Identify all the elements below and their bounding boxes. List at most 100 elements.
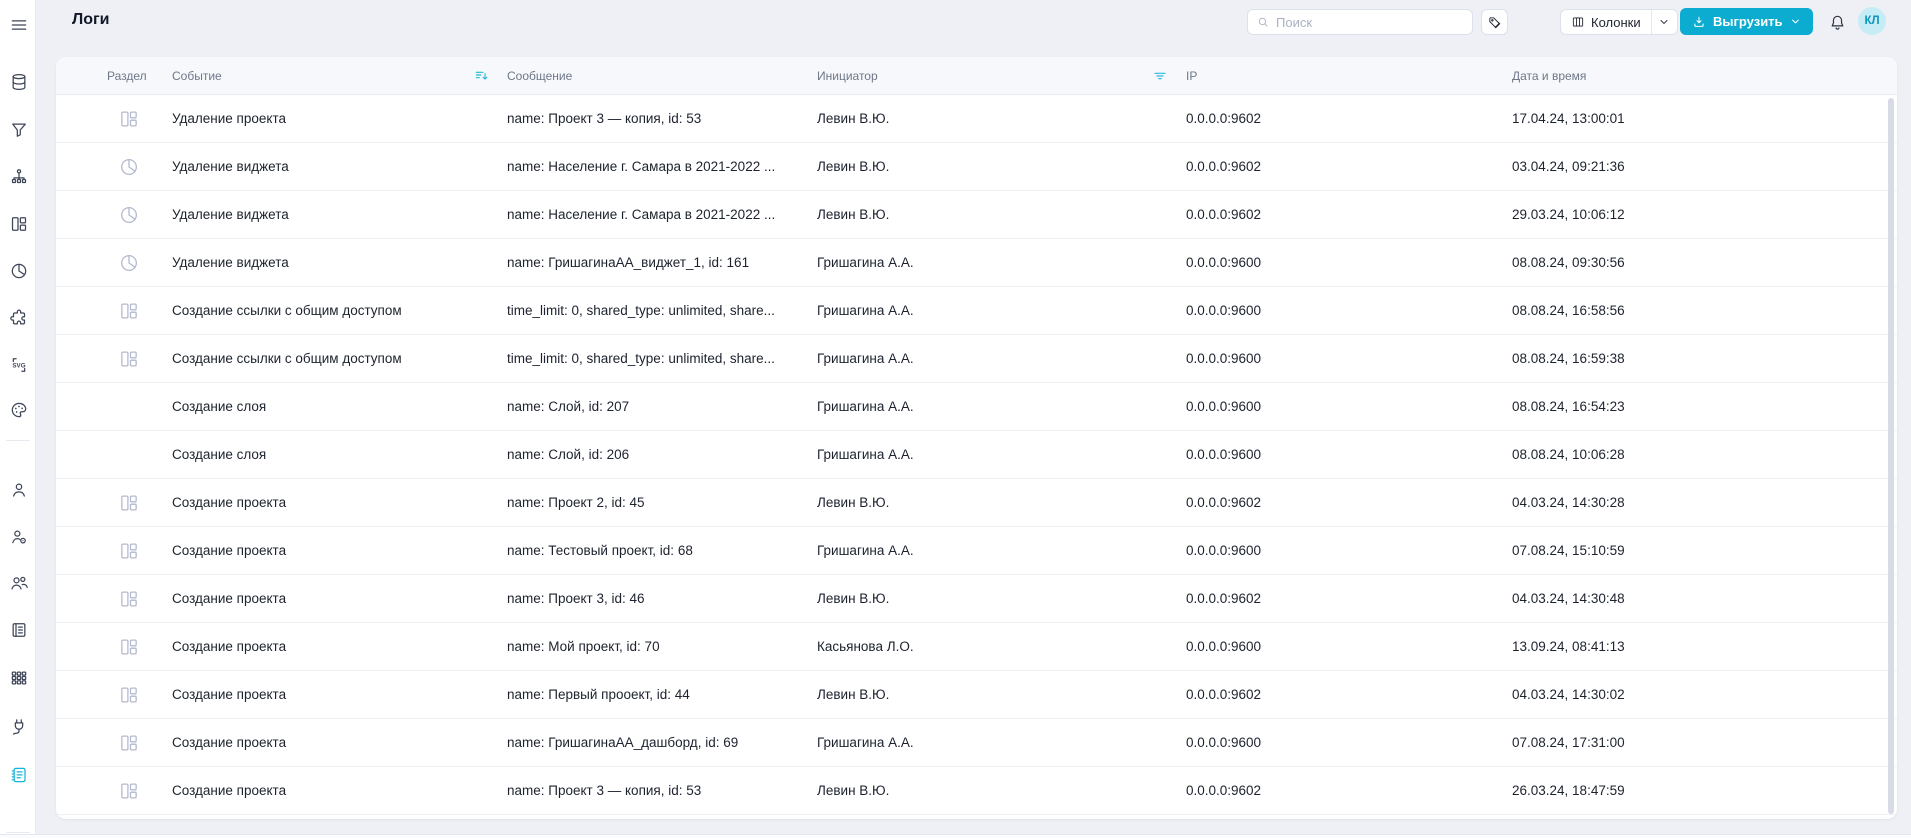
page-title: Логи — [72, 11, 110, 28]
table-row[interactable]: Создание проекта name: Проект 3 — копия, … — [56, 767, 1897, 815]
sidebar-item-menu[interactable] — [7, 13, 31, 37]
sidebar-item-svg-assets[interactable]: SVG — [7, 353, 31, 377]
sidebar-item-apps[interactable] — [7, 666, 31, 690]
funnel-icon — [12, 123, 26, 137]
cell-message: name: ГришагинаАА_виджет_1, id: 161 — [507, 255, 750, 270]
sidebar-item-user-settings[interactable] — [7, 525, 31, 549]
cell-initiator: Гришагина А.А. — [817, 399, 914, 414]
cell-event: Создание слоя — [172, 399, 267, 414]
sidebar-item-journal[interactable] — [7, 618, 31, 642]
bell-icon — [1831, 15, 1843, 30]
pie-chart-icon — [121, 159, 137, 175]
column-header-section[interactable]: Раздел — [107, 57, 147, 95]
cell-ip: 0.0.0.0:9602 — [1186, 207, 1262, 222]
sidebar-item-groups[interactable] — [7, 571, 31, 595]
column-header-ip[interactable]: IP — [1186, 57, 1197, 95]
cell-ip: 0.0.0.0:9602 — [1186, 783, 1262, 798]
cell-ip: 0.0.0.0:9600 — [1186, 351, 1262, 366]
cell-ip: 0.0.0.0:9600 — [1186, 447, 1262, 462]
search-input[interactable] — [1270, 14, 1472, 30]
column-header-datetime[interactable]: Дата и время — [1512, 57, 1586, 95]
table-row[interactable]: Удаление виджета name: Население г. Самар… — [56, 143, 1897, 191]
logs-table: Раздел Событие Сообщение Инициатор IP Дата и … — [56, 57, 1897, 819]
table-row[interactable]: Создание проекта name: Тестовый проект, i… — [56, 527, 1897, 575]
sitemap-icon — [11, 169, 27, 184]
dashboard-icon — [121, 687, 137, 703]
sidebar-item-charts[interactable] — [7, 259, 31, 283]
section-cell — [118, 540, 140, 562]
column-header-event[interactable]: Событие — [172, 57, 222, 95]
search-box[interactable] — [1247, 9, 1473, 35]
chevron-down-icon — [1791, 19, 1799, 24]
export-button[interactable]: Выгрузить — [1680, 8, 1813, 35]
cell-message: name: Слой, id: 206 — [507, 447, 630, 462]
cell-message: name: Проект 3, id: 46 — [507, 591, 645, 606]
sidebar-item-dashboards[interactable] — [7, 212, 31, 236]
cell-datetime: 08.08.24, 09:30:56 — [1512, 255, 1625, 270]
sidebar-item-user[interactable] — [7, 478, 31, 502]
vertical-scrollbar[interactable] — [1888, 98, 1894, 814]
table-row[interactable]: Создание проекта name: ГришагинаАА_дашбор… — [56, 719, 1897, 767]
cell-initiator: Левин В.Ю. — [817, 495, 890, 510]
cell-event: Создание проекта — [172, 495, 287, 510]
sidebar-item-palette[interactable] — [7, 398, 31, 422]
cell-message: time_limit: 0, shared_type: unlimited, s… — [507, 303, 775, 318]
logs-icon — [11, 767, 26, 783]
dashboard-icon — [121, 351, 137, 367]
cell-event: Удаление проекта — [172, 111, 286, 126]
sidebar-divider — [6, 832, 30, 833]
column-header-initiator[interactable]: Инициатор — [817, 57, 878, 95]
columns-button[interactable]: Колонки — [1561, 10, 1651, 34]
cell-initiator: Гришагина А.А. — [817, 255, 914, 270]
table-body: Удаление проекта name: Проект 3 — копия, … — [56, 95, 1897, 815]
table-row[interactable]: Удаление проекта name: Проект 3 — копия, … — [56, 95, 1897, 143]
plug-icon — [12, 719, 24, 735]
table-row[interactable]: Создание проекта name: Проект 3, id: 46 Ле… — [56, 575, 1897, 623]
download-icon — [1694, 16, 1704, 27]
table-row[interactable]: Создание слоя name: Слой, id: 207 Гришагин… — [56, 383, 1897, 431]
cell-message: time_limit: 0, shared_type: unlimited, s… — [507, 351, 775, 366]
tags-button[interactable] — [1481, 9, 1508, 35]
cell-ip: 0.0.0.0:9600 — [1186, 399, 1262, 414]
cell-event: Удаление виджета — [172, 255, 289, 270]
columns-dropdown-button[interactable] — [1650, 10, 1677, 34]
cell-datetime: 08.08.24, 16:58:56 — [1512, 303, 1625, 318]
cell-message: name: Проект 2, id: 45 — [507, 495, 645, 510]
table-row[interactable]: Создание проекта name: Первый прооект, id… — [56, 671, 1897, 719]
table-row[interactable]: Удаление виджета name: ГришагинаАА_виджет… — [56, 239, 1897, 287]
cell-event: Создание проекта — [172, 591, 287, 606]
dashboard-icon — [121, 543, 137, 559]
filter-icon[interactable] — [1152, 68, 1168, 84]
sidebar-item-database[interactable] — [7, 70, 31, 94]
sidebar-item-integrations[interactable] — [7, 715, 31, 739]
cell-initiator: Гришагина А.А. — [817, 543, 914, 558]
sidebar-item-filters[interactable] — [7, 118, 31, 142]
sidebar-item-logs[interactable] — [7, 763, 31, 787]
table-row[interactable]: Удаление виджета name: Население г. Самар… — [56, 191, 1897, 239]
cell-ip: 0.0.0.0:9602 — [1186, 159, 1262, 174]
cell-datetime: 08.08.24, 16:59:38 — [1512, 351, 1625, 366]
table-row[interactable]: Создание ссылки с общим доступом time_lim… — [56, 287, 1897, 335]
cell-ip: 0.0.0.0:9600 — [1186, 543, 1262, 558]
avatar[interactable]: КЛ — [1858, 7, 1886, 35]
svg-icon: SVG — [12, 358, 26, 372]
pie-chart-icon — [121, 255, 137, 271]
column-header-message[interactable]: Сообщение — [507, 57, 572, 95]
table-row[interactable]: Создание проекта name: Мой проект, id: 70… — [56, 623, 1897, 671]
table-row[interactable]: Создание слоя name: Слой, id: 206 Гришагин… — [56, 431, 1897, 479]
cell-ip: 0.0.0.0:9602 — [1186, 591, 1262, 606]
apps-grid-icon — [11, 671, 27, 685]
sort-desc-icon[interactable] — [474, 68, 490, 84]
cell-event: Создание слоя — [172, 447, 267, 462]
people-icon — [11, 576, 28, 590]
book-icon — [12, 623, 26, 637]
sidebar-item-plugins[interactable] — [7, 306, 31, 330]
cell-initiator: Левин В.Ю. — [817, 783, 890, 798]
cell-ip: 0.0.0.0:9600 — [1186, 639, 1262, 654]
notifications-button[interactable] — [1826, 11, 1848, 33]
table-row[interactable]: Создание ссылки с общим доступом time_lim… — [56, 335, 1897, 383]
sidebar-item-hierarchy[interactable] — [7, 165, 31, 189]
cell-ip: 0.0.0.0:9602 — [1186, 687, 1262, 702]
table-row[interactable]: Создание проекта name: Проект 2, id: 45 Ле… — [56, 479, 1897, 527]
cell-datetime: 13.09.24, 08:41:13 — [1512, 639, 1625, 654]
